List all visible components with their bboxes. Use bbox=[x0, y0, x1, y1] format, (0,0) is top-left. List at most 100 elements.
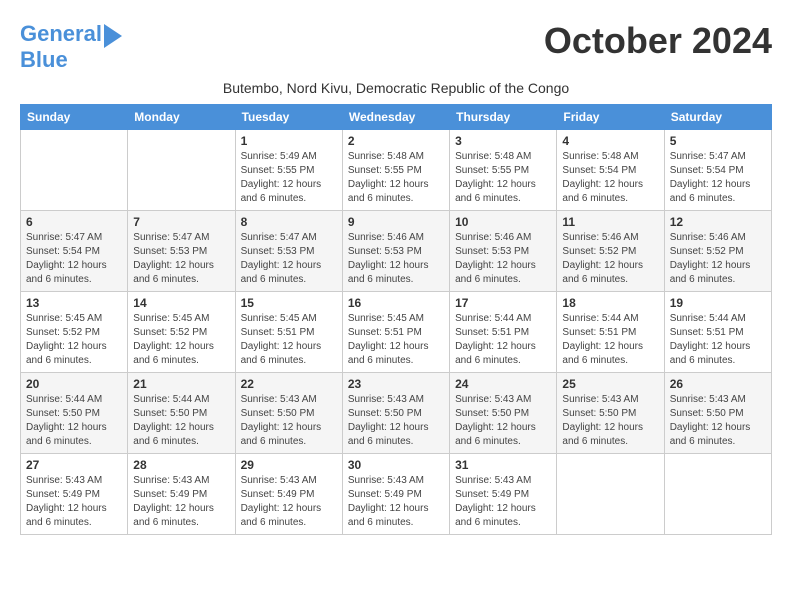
day-info: Sunrise: 5:47 AMSunset: 5:54 PMDaylight:… bbox=[670, 150, 766, 206]
day-info: Sunrise: 5:45 AMSunset: 5:52 PMDaylight:… bbox=[133, 312, 229, 368]
day-number: 23 bbox=[348, 377, 444, 391]
day-info: Sunrise: 5:48 AMSunset: 5:55 PMDaylight:… bbox=[348, 150, 444, 206]
day-info: Sunrise: 5:45 AMSunset: 5:51 PMDaylight:… bbox=[348, 312, 444, 368]
day-number: 5 bbox=[670, 134, 766, 148]
day-info: Sunrise: 5:43 AMSunset: 5:50 PMDaylight:… bbox=[348, 393, 444, 449]
calendar-cell: 4Sunrise: 5:48 AMSunset: 5:54 PMDaylight… bbox=[557, 130, 664, 211]
day-info: Sunrise: 5:44 AMSunset: 5:50 PMDaylight:… bbox=[26, 393, 122, 449]
day-info: Sunrise: 5:48 AMSunset: 5:55 PMDaylight:… bbox=[455, 150, 551, 206]
day-info: Sunrise: 5:43 AMSunset: 5:50 PMDaylight:… bbox=[562, 393, 658, 449]
calendar-cell: 2 Sunrise: 5:48 AMSunset: 5:55 PMDaylight… bbox=[342, 130, 449, 211]
day-info: Sunrise: 5:45 AMSunset: 5:52 PMDaylight:… bbox=[26, 312, 122, 368]
calendar-cell: 7 Sunrise: 5:47 AMSunset: 5:53 PMDaylight… bbox=[128, 211, 235, 292]
day-info: Sunrise: 5:43 AMSunset: 5:49 PMDaylight:… bbox=[455, 474, 551, 530]
weekday-header-sunday: Sunday bbox=[21, 105, 128, 130]
calendar-cell: 27 Sunrise: 5:43 AMSunset: 5:49 PMDayligh… bbox=[21, 454, 128, 535]
day-info: Sunrise: 5:49 AMSunset: 5:55 PMDaylight:… bbox=[241, 150, 337, 206]
weekday-header-thursday: Thursday bbox=[450, 105, 557, 130]
weekday-header-row: SundayMondayTuesdayWednesdayThursdayFrid… bbox=[21, 105, 772, 130]
calendar-cell: 24 Sunrise: 5:43 AMSunset: 5:50 PMDayligh… bbox=[450, 373, 557, 454]
page-subtitle: Butembo, Nord Kivu, Democratic Republic … bbox=[20, 80, 772, 96]
day-number: 25 bbox=[562, 377, 658, 391]
day-number: 7 bbox=[133, 215, 229, 229]
day-number: 20 bbox=[26, 377, 122, 391]
day-info: Sunrise: 5:43 AMSunset: 5:49 PMDaylight:… bbox=[133, 474, 229, 530]
week-row-4: 27 Sunrise: 5:43 AMSunset: 5:49 PMDayligh… bbox=[21, 454, 772, 535]
page-header: General Blue October 2024 bbox=[20, 20, 772, 72]
day-number: 2 bbox=[348, 134, 444, 148]
day-number: 3 bbox=[455, 134, 551, 148]
month-title: October 2024 bbox=[544, 20, 772, 62]
calendar-cell: 21 Sunrise: 5:44 AMSunset: 5:50 PMDayligh… bbox=[128, 373, 235, 454]
day-number: 15 bbox=[241, 296, 337, 310]
day-info: Sunrise: 5:44 AMSunset: 5:51 PMDaylight:… bbox=[455, 312, 551, 368]
calendar-cell: 23 Sunrise: 5:43 AMSunset: 5:50 PMDayligh… bbox=[342, 373, 449, 454]
calendar-cell: 13 Sunrise: 5:45 AMSunset: 5:52 PMDayligh… bbox=[21, 292, 128, 373]
day-number: 28 bbox=[133, 458, 229, 472]
day-info: Sunrise: 5:43 AMSunset: 5:50 PMDaylight:… bbox=[455, 393, 551, 449]
calendar-body: 1Sunrise: 5:49 AMSunset: 5:55 PMDaylight… bbox=[21, 130, 772, 535]
day-info: Sunrise: 5:44 AMSunset: 5:51 PMDaylight:… bbox=[562, 312, 658, 368]
day-number: 27 bbox=[26, 458, 122, 472]
day-number: 4 bbox=[562, 134, 658, 148]
day-info: Sunrise: 5:47 AMSunset: 5:53 PMDaylight:… bbox=[133, 231, 229, 287]
calendar-cell: 19 Sunrise: 5:44 AMSunset: 5:51 PMDayligh… bbox=[664, 292, 771, 373]
day-number: 6 bbox=[26, 215, 122, 229]
week-row-1: 6 Sunrise: 5:47 AMSunset: 5:54 PMDaylight… bbox=[21, 211, 772, 292]
day-info: Sunrise: 5:46 AMSunset: 5:53 PMDaylight:… bbox=[455, 231, 551, 287]
calendar-cell bbox=[557, 454, 664, 535]
day-number: 21 bbox=[133, 377, 229, 391]
day-info: Sunrise: 5:43 AMSunset: 5:50 PMDaylight:… bbox=[241, 393, 337, 449]
weekday-header-tuesday: Tuesday bbox=[235, 105, 342, 130]
day-info: Sunrise: 5:44 AMSunset: 5:50 PMDaylight:… bbox=[133, 393, 229, 449]
day-number: 29 bbox=[241, 458, 337, 472]
day-number: 9 bbox=[348, 215, 444, 229]
calendar-cell: 16 Sunrise: 5:45 AMSunset: 5:51 PMDayligh… bbox=[342, 292, 449, 373]
calendar-cell: 26 Sunrise: 5:43 AMSunset: 5:50 PMDayligh… bbox=[664, 373, 771, 454]
day-info: Sunrise: 5:46 AMSunset: 5:52 PMDaylight:… bbox=[670, 231, 766, 287]
weekday-header-friday: Friday bbox=[557, 105, 664, 130]
day-info: Sunrise: 5:46 AMSunset: 5:53 PMDaylight:… bbox=[348, 231, 444, 287]
calendar-cell: 31Sunrise: 5:43 AMSunset: 5:49 PMDayligh… bbox=[450, 454, 557, 535]
day-info: Sunrise: 5:47 AMSunset: 5:54 PMDaylight:… bbox=[26, 231, 122, 287]
calendar-cell: 10Sunrise: 5:46 AMSunset: 5:53 PMDayligh… bbox=[450, 211, 557, 292]
week-row-3: 20 Sunrise: 5:44 AMSunset: 5:50 PMDayligh… bbox=[21, 373, 772, 454]
calendar-cell: 29 Sunrise: 5:43 AMSunset: 5:49 PMDayligh… bbox=[235, 454, 342, 535]
week-row-2: 13 Sunrise: 5:45 AMSunset: 5:52 PMDayligh… bbox=[21, 292, 772, 373]
day-number: 19 bbox=[670, 296, 766, 310]
day-info: Sunrise: 5:46 AMSunset: 5:52 PMDaylight:… bbox=[562, 231, 658, 287]
calendar-cell: 15 Sunrise: 5:45 AMSunset: 5:51 PMDayligh… bbox=[235, 292, 342, 373]
calendar-cell: 8Sunrise: 5:47 AMSunset: 5:53 PMDaylight… bbox=[235, 211, 342, 292]
day-number: 30 bbox=[348, 458, 444, 472]
day-number: 18 bbox=[562, 296, 658, 310]
calendar-cell bbox=[128, 130, 235, 211]
day-info: Sunrise: 5:45 AMSunset: 5:51 PMDaylight:… bbox=[241, 312, 337, 368]
logo: General Blue bbox=[20, 20, 122, 72]
day-number: 24 bbox=[455, 377, 551, 391]
calendar-cell: 22 Sunrise: 5:43 AMSunset: 5:50 PMDayligh… bbox=[235, 373, 342, 454]
weekday-header-wednesday: Wednesday bbox=[342, 105, 449, 130]
day-number: 26 bbox=[670, 377, 766, 391]
day-number: 22 bbox=[241, 377, 337, 391]
day-number: 12 bbox=[670, 215, 766, 229]
day-number: 8 bbox=[241, 215, 337, 229]
week-row-0: 1Sunrise: 5:49 AMSunset: 5:55 PMDaylight… bbox=[21, 130, 772, 211]
logo-line2: Blue bbox=[20, 48, 122, 72]
day-number: 16 bbox=[348, 296, 444, 310]
calendar-cell: 12 Sunrise: 5:46 AMSunset: 5:52 PMDayligh… bbox=[664, 211, 771, 292]
weekday-header-saturday: Saturday bbox=[664, 105, 771, 130]
day-number: 13 bbox=[26, 296, 122, 310]
calendar-cell: 28 Sunrise: 5:43 AMSunset: 5:49 PMDayligh… bbox=[128, 454, 235, 535]
calendar-cell: 1Sunrise: 5:49 AMSunset: 5:55 PMDaylight… bbox=[235, 130, 342, 211]
day-info: Sunrise: 5:43 AMSunset: 5:49 PMDaylight:… bbox=[26, 474, 122, 530]
calendar-cell: 3 Sunrise: 5:48 AMSunset: 5:55 PMDaylight… bbox=[450, 130, 557, 211]
calendar-cell: 14Sunrise: 5:45 AMSunset: 5:52 PMDayligh… bbox=[128, 292, 235, 373]
logo-general: General bbox=[20, 21, 102, 46]
weekday-header-monday: Monday bbox=[128, 105, 235, 130]
day-info: Sunrise: 5:43 AMSunset: 5:50 PMDaylight:… bbox=[670, 393, 766, 449]
calendar-cell: 20 Sunrise: 5:44 AMSunset: 5:50 PMDayligh… bbox=[21, 373, 128, 454]
day-number: 11 bbox=[562, 215, 658, 229]
logo-arrow-icon bbox=[104, 24, 122, 48]
day-info: Sunrise: 5:43 AMSunset: 5:49 PMDaylight:… bbox=[241, 474, 337, 530]
day-info: Sunrise: 5:44 AMSunset: 5:51 PMDaylight:… bbox=[670, 312, 766, 368]
